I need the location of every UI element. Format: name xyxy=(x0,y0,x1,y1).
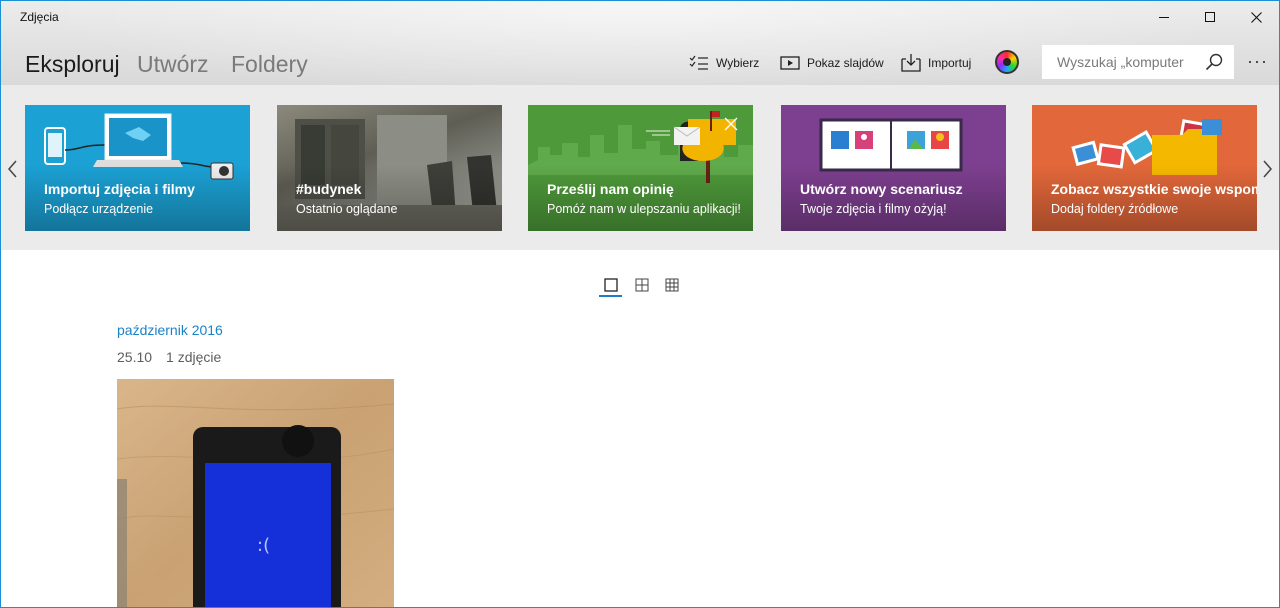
month-heading[interactable]: październik 2016 xyxy=(117,322,223,338)
minimize-icon xyxy=(1159,17,1169,18)
account-avatar[interactable] xyxy=(995,50,1019,74)
view-single-button[interactable] xyxy=(601,276,621,294)
card-title: Zobacz wszystkie swoje wspomnienia xyxy=(1051,181,1257,197)
svg-text::(: :( xyxy=(257,535,270,556)
dismiss-card-icon[interactable] xyxy=(724,117,738,131)
photos-window: Zdjęcia Eksploruj Utwórz Foldery Wybierz… xyxy=(0,0,1280,608)
date-label: 25.10 xyxy=(117,349,153,365)
close-button[interactable] xyxy=(1233,1,1279,33)
title-bar: Zdjęcia xyxy=(1,1,1279,33)
chevron-right-icon[interactable] xyxy=(1259,157,1275,181)
close-icon xyxy=(1250,11,1262,23)
tab-utworz[interactable]: Utwórz xyxy=(137,51,209,78)
tab-foldery[interactable]: Foldery xyxy=(231,51,308,78)
card-subtitle: Podłącz urządzenie xyxy=(44,202,154,216)
import-button[interactable]: Importuj xyxy=(901,52,971,74)
slideshow-label: Pokaz slajdów xyxy=(807,56,884,70)
maximize-button[interactable] xyxy=(1187,1,1233,33)
single-view-icon xyxy=(604,278,618,292)
select-label: Wybierz xyxy=(716,56,760,70)
import-icon xyxy=(901,54,921,72)
slideshow-icon xyxy=(780,56,800,70)
view-medium-grid-button[interactable] xyxy=(632,276,652,294)
card-title: Importuj zdjęcia i filmy xyxy=(44,181,195,197)
card-subtitle: Pomóż nam w ulepszaniu aplikacji! xyxy=(547,202,741,216)
minimize-button[interactable] xyxy=(1141,1,1187,33)
search-box[interactable] xyxy=(1042,45,1234,79)
card-create-story[interactable]: Utwórz nowy scenariusz Twoje zdjęcia i f… xyxy=(781,105,1006,231)
search-icon[interactable] xyxy=(1205,53,1223,71)
medium-grid-icon xyxy=(635,278,649,292)
import-label: Importuj xyxy=(928,56,972,70)
card-subtitle: Dodaj foldery źródłowe xyxy=(1051,202,1179,216)
app-title: Zdjęcia xyxy=(20,10,59,24)
card-budynek[interactable]: #budynek Ostatnio oglądane xyxy=(277,105,502,231)
photo-thumbnail[interactable]: :( xyxy=(117,379,394,607)
search-input[interactable] xyxy=(1043,46,1203,78)
card-all-memories[interactable]: Zobacz wszystkie swoje wspomnienia Dodaj… xyxy=(1032,105,1257,231)
tab-eksploruj[interactable]: Eksploruj xyxy=(25,51,120,78)
view-small-grid-button[interactable] xyxy=(662,276,682,294)
select-button[interactable]: Wybierz xyxy=(689,52,759,74)
card-import[interactable]: Importuj zdjęcia i filmy Podłącz urządze… xyxy=(25,105,250,231)
card-title: Utwórz nowy scenariusz xyxy=(800,181,963,197)
card-title: #budynek xyxy=(296,181,362,197)
card-subtitle: Twoje zdjęcia i filmy ożyją! xyxy=(800,202,947,216)
more-options-button[interactable]: ··· xyxy=(1247,51,1268,72)
card-subtitle: Ostatnio oglądane xyxy=(296,202,398,216)
card-title: Prześlij nam opinię xyxy=(547,181,674,197)
photo-count: 1 zdjęcie xyxy=(166,349,222,365)
small-grid-icon xyxy=(665,278,679,292)
slideshow-button[interactable]: Pokaz slajdów xyxy=(780,52,884,74)
featured-banner: Importuj zdjęcia i filmy Podłącz urządze… xyxy=(1,85,1279,250)
view-selected-indicator xyxy=(599,295,622,297)
chevron-left-icon[interactable] xyxy=(5,157,21,181)
date-row: 25.10 1 zdjęcie xyxy=(117,349,221,365)
maximize-icon xyxy=(1205,12,1215,22)
phone-photo-image: :( xyxy=(117,379,394,607)
checklist-icon xyxy=(689,55,708,70)
card-feedback[interactable]: Prześlij nam opinię Pomóż nam w ulepszan… xyxy=(528,105,753,231)
